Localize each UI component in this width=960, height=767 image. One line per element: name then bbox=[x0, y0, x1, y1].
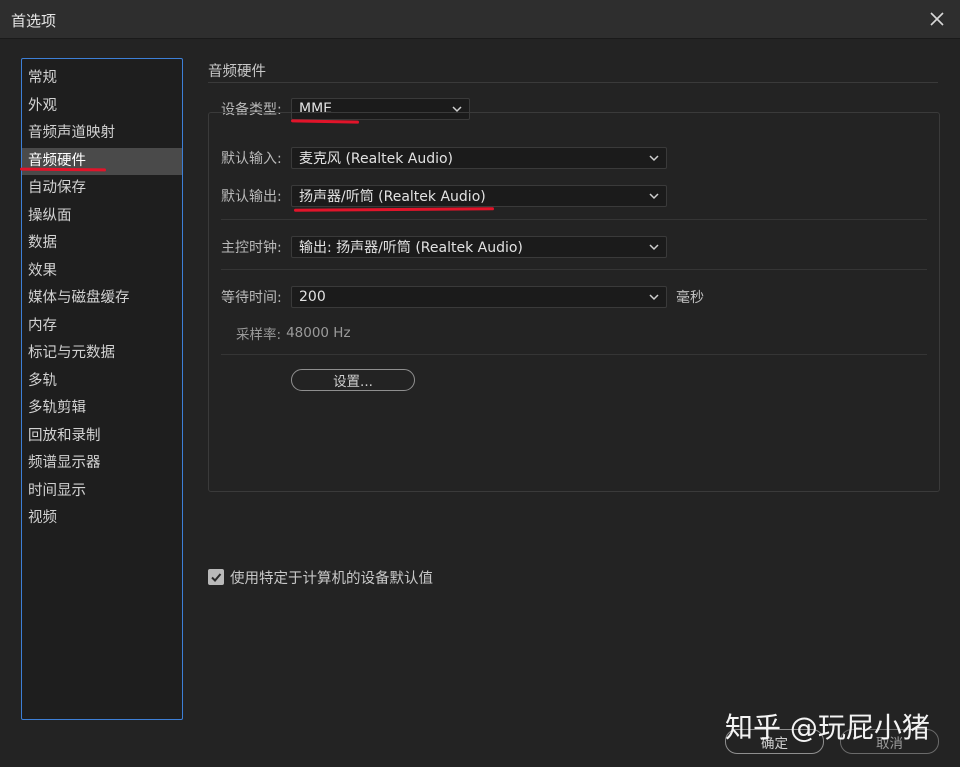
sample-rate-row: 采样率: 48000 Hz bbox=[236, 320, 351, 346]
master-clock-label: 主控时钟: bbox=[221, 240, 282, 256]
latency-combobox[interactable]: 200 bbox=[291, 286, 667, 308]
default-output-dropdown[interactable]: 扬声器/听筒 (Realtek Audio) bbox=[291, 185, 667, 207]
sidebar-item-spectral-display[interactable]: 频谱显示器 bbox=[22, 450, 182, 478]
sidebar-item-label: 音频声道映射 bbox=[28, 125, 115, 141]
sidebar-item-label: 音频硬件 bbox=[28, 152, 86, 169]
master-clock-value: 输出: 扬声器/听筒 (Realtek Audio) bbox=[299, 240, 523, 256]
sidebar-item-data[interactable]: 数据 bbox=[22, 230, 182, 258]
title-bar: 首选项 bbox=[0, 0, 960, 39]
sidebar-item-appearance[interactable]: 外观 bbox=[22, 93, 182, 121]
sidebar-item-label: 常规 bbox=[28, 70, 57, 86]
chevron-down-icon bbox=[649, 193, 659, 200]
default-input-label: 默认输入: bbox=[221, 151, 282, 167]
master-clock-row: 主控时钟: 输出: 扬声器/听筒 (Realtek Audio) bbox=[221, 234, 667, 260]
latency-label: 等待时间: bbox=[221, 290, 282, 306]
preferences-category-list[interactable]: 常规 外观 音频声道映射 音频硬件 自动保存 操纵面 数据 效果 媒体与磁盘缓存… bbox=[21, 58, 183, 720]
latency-value: 200 bbox=[299, 289, 326, 305]
chevron-down-icon bbox=[649, 244, 659, 251]
sidebar-item-general[interactable]: 常规 bbox=[22, 65, 182, 93]
default-output-value: 扬声器/听筒 (Realtek Audio) bbox=[299, 189, 486, 205]
ok-button[interactable]: 确定 bbox=[725, 729, 824, 754]
sidebar-item-markers-metadata[interactable]: 标记与元数据 bbox=[22, 340, 182, 368]
sidebar-item-audio-channel-mapping[interactable]: 音频声道映射 bbox=[22, 120, 182, 148]
latency-unit: 毫秒 bbox=[676, 290, 704, 306]
close-button[interactable] bbox=[924, 6, 950, 32]
sidebar-item-auto-save[interactable]: 自动保存 bbox=[22, 175, 182, 203]
sidebar-item-time-display[interactable]: 时间显示 bbox=[22, 478, 182, 506]
chevron-down-icon bbox=[649, 155, 659, 162]
sidebar-item-video[interactable]: 视频 bbox=[22, 505, 182, 533]
sidebar-item-label: 标记与元数据 bbox=[28, 345, 115, 361]
sidebar-item-effects[interactable]: 效果 bbox=[22, 258, 182, 286]
use-device-defaults-label: 使用特定于计算机的设备默认值 bbox=[230, 570, 433, 587]
sidebar-item-label: 多轨 bbox=[28, 372, 57, 389]
section-divider bbox=[208, 82, 938, 83]
sidebar-item-label: 频谱显示器 bbox=[28, 455, 101, 471]
sidebar-item-label: 数据 bbox=[28, 235, 57, 251]
chevron-down-icon bbox=[649, 294, 659, 301]
sidebar-item-label: 内存 bbox=[28, 317, 57, 334]
sidebar-item-label: 时间显示 bbox=[28, 482, 86, 499]
sidebar-item-label: 媒体与磁盘缓存 bbox=[28, 290, 130, 306]
window-title: 首选项 bbox=[11, 12, 57, 30]
sidebar-item-label: 视频 bbox=[28, 510, 57, 526]
use-device-defaults-checkbox[interactable] bbox=[208, 569, 224, 585]
default-input-row: 默认输入: 麦克风 (Realtek Audio) bbox=[221, 145, 667, 171]
sidebar-item-media-disk-cache[interactable]: 媒体与磁盘缓存 bbox=[22, 285, 182, 313]
master-clock-dropdown[interactable]: 输出: 扬声器/听筒 (Realtek Audio) bbox=[291, 236, 667, 258]
sidebar-item-label: 外观 bbox=[28, 97, 57, 114]
sidebar-item-multitrack-clips[interactable]: 多轨剪辑 bbox=[22, 395, 182, 423]
close-icon bbox=[930, 12, 944, 26]
sidebar-item-label: 自动保存 bbox=[28, 180, 86, 196]
sidebar-item-label: 操纵面 bbox=[28, 207, 72, 224]
divider bbox=[221, 354, 927, 355]
sidebar-item-multitrack[interactable]: 多轨 bbox=[22, 368, 182, 396]
sample-rate-value: 48000 Hz bbox=[286, 325, 351, 341]
section-title: 音频硬件 bbox=[208, 64, 266, 80]
latency-row: 等待时间: 200 毫秒 bbox=[221, 284, 704, 310]
sidebar-item-label: 回放和录制 bbox=[28, 427, 101, 444]
cancel-button[interactable]: 取消 bbox=[840, 729, 939, 754]
checkmark-icon bbox=[211, 573, 222, 582]
sidebar-item-memory[interactable]: 内存 bbox=[22, 313, 182, 341]
default-input-value: 麦克风 (Realtek Audio) bbox=[299, 151, 454, 167]
sidebar-item-control-surface[interactable]: 操纵面 bbox=[22, 203, 182, 231]
settings-button[interactable]: 设置... bbox=[291, 369, 415, 391]
default-input-dropdown[interactable]: 麦克风 (Realtek Audio) bbox=[291, 147, 667, 169]
divider bbox=[221, 219, 927, 220]
sample-rate-label: 采样率: bbox=[236, 327, 282, 343]
sidebar-item-label: 多轨剪辑 bbox=[28, 400, 86, 416]
default-output-label: 默认输出: bbox=[221, 189, 282, 205]
divider bbox=[221, 269, 927, 270]
use-device-defaults-option[interactable]: 使用特定于计算机的设备默认值 bbox=[208, 567, 433, 587]
sidebar-item-playback-recording[interactable]: 回放和录制 bbox=[22, 423, 182, 451]
sidebar-item-label: 效果 bbox=[28, 262, 57, 279]
default-output-row: 默认输出: 扬声器/听筒 (Realtek Audio) bbox=[221, 183, 667, 209]
